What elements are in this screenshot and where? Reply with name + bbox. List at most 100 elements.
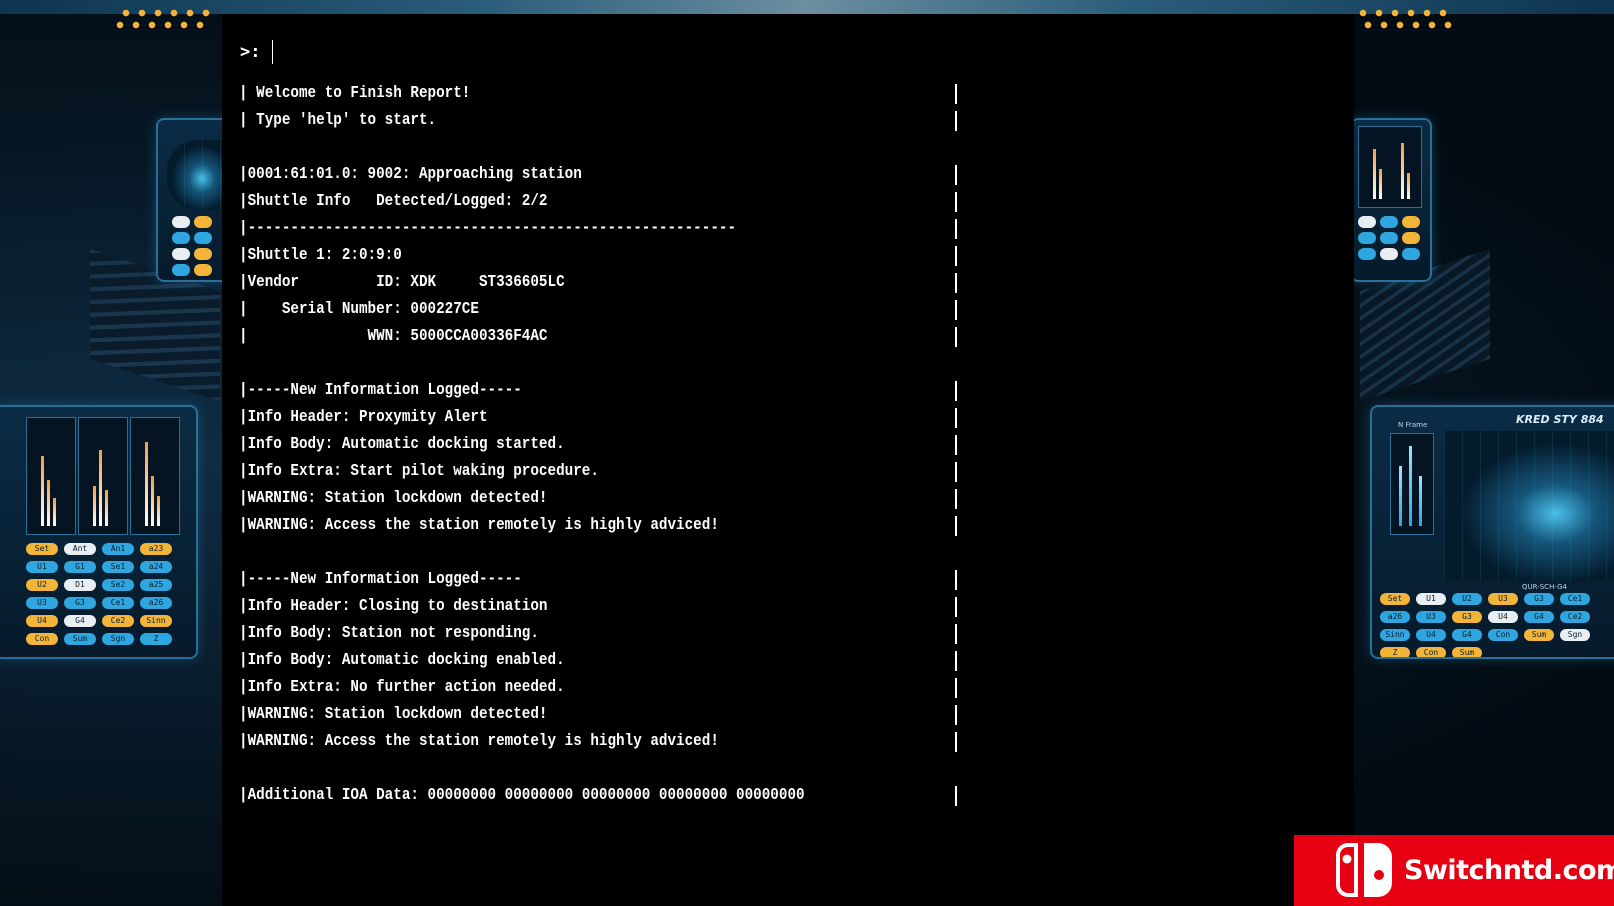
text-cursor [272,40,274,64]
right-upper-chip [1358,232,1376,244]
terminal-log-line: |WARNING: Access the station remotely is… [239,516,719,535]
left-waveform-meter-1 [26,417,76,535]
right-top-indicator-lights-row2 [1360,20,1455,30]
terminal-log-line: | Welcome to Finish Report! [239,84,471,103]
hud-chip: Set [1380,593,1410,605]
terminal-log-line: |Info Body: Automatic docking started. [239,435,565,454]
terminal-log-line: |-----New Information Logged----- [239,570,522,589]
terminal-right-border [955,732,957,752]
terminal-right-border [955,651,957,671]
hud-chip: Ce1 [102,597,134,609]
right-upper-chip [1402,248,1420,260]
terminal-log-line: |Info Body: Station not responding. [239,624,539,643]
left-globe-hologram [166,140,226,210]
terminal-right-border [955,165,957,185]
left-top-indicator-lights [118,8,218,18]
terminal-right-border [955,489,957,509]
right-upper-chip [1402,216,1420,228]
hud-chip: U3 [1416,611,1446,623]
right-hologram-display [1444,431,1614,581]
hud-chip: Sinn [1380,629,1410,641]
terminal-right-border [955,408,957,428]
terminal-log-line: |WARNING: Station lockdown detected! [239,705,548,724]
right-panel-label: N Frame [1398,421,1428,429]
hud-chip: Con [1416,647,1446,657]
hud-chip: Z [140,633,172,645]
right-lower-hud-panel: KRED STY 884 N Frame QUR-SCH-G4 Set U1 U2 U… [1370,405,1614,659]
hud-chip: Sum [64,633,96,645]
terminal-right-border [955,111,957,131]
hud-chip: G3 [64,597,96,609]
hud-chip: Sgn [102,633,134,645]
right-upper-waveform [1358,126,1422,208]
terminal-log-line: |---------------------------------------… [239,219,737,238]
terminal-right-border [955,327,957,347]
hud-chip: U4 [26,615,58,627]
hud-chip: a23 [140,543,172,555]
terminal-log-line: |Vendor ID: XDK ST336605LC [239,273,565,292]
right-top-indicator-lights [1355,8,1455,18]
prompt-symbol: >: [240,42,261,62]
terminal-right-border [955,219,957,239]
left-top-indicator-lights-row2 [112,20,212,30]
left-upper-chip [172,216,190,228]
terminal-log-line: |Info Body: Automatic docking enabled. [239,651,565,670]
left-upper-hud-panel [156,118,230,282]
terminal-log-line: |-----New Information Logged----- [239,381,522,400]
terminal-log-line: |WARNING: Station lockdown detected! [239,489,548,508]
terminal-window[interactable]: >: | Welcome to Finish Report! | Type 'he… [222,14,1354,906]
right-level-meter [1390,433,1434,535]
terminal-right-border [955,678,957,698]
left-lower-hud-panel: Set Ant An1 a23 U1 G1 Se1 a24 U2 D1 Se2 a25 U3 G3 Ce1 a… [0,405,198,659]
watermark-banner: Switchntd.com [1294,835,1614,906]
hud-chip: G4 [1524,611,1554,623]
hud-chip: U1 [26,561,58,573]
hud-chip: Set [26,543,58,555]
terminal-right-border [955,570,957,590]
hud-chip: U3 [1488,593,1518,605]
hud-chip: Con [1488,629,1518,641]
hud-chip: G3 [1452,611,1482,623]
right-upper-chip [1380,216,1398,228]
terminal-right-border [955,435,957,455]
hud-chip: Sinn [140,615,172,627]
right-upper-chip [1358,248,1376,260]
hud-chip: a24 [140,561,172,573]
hud-chip: Ce2 [102,615,134,627]
nintendo-switch-logo-icon [1336,843,1392,897]
terminal-right-border [955,516,957,536]
right-upper-chip [1380,248,1398,260]
hud-chip: Sgn [1560,629,1590,641]
hud-chip: U1 [1416,593,1446,605]
hud-chip: G4 [64,615,96,627]
terminal-right-border [955,84,957,104]
hud-chip: Sum [1524,629,1554,641]
terminal-log-line: |Info Header: Closing to destination [239,597,548,616]
hud-chip: An1 [102,543,134,555]
terminal-right-border [955,246,957,266]
terminal-log-line: | Serial Number: 000227CE [239,300,479,319]
left-upper-chip [194,216,212,228]
terminal-right-border [955,786,957,806]
hud-chip: a25 [140,579,172,591]
right-panel-title: KRED STY 884 [1516,413,1604,426]
terminal-log-line: |Additional IOA Data: 00000000 00000000 … [239,786,805,805]
terminal-log-line: | Type 'help' to start. [239,111,437,130]
left-upper-chip [172,264,190,276]
hud-chip: U4 [1488,611,1518,623]
terminal-right-border [955,273,957,293]
hud-chip: a26 [140,597,172,609]
left-upper-chip [172,232,190,244]
terminal-right-border [955,705,957,725]
hud-chip: D1 [64,579,96,591]
command-prompt[interactable]: >: [240,40,274,64]
terminal-right-border [955,597,957,617]
hud-chip: Sum [1452,647,1482,657]
left-upper-chip [194,232,212,244]
hud-chip: Con [26,633,58,645]
hud-chip: Ce2 [1560,611,1590,623]
watermark-text: Switchntd.com [1404,855,1614,886]
terminal-right-border [955,381,957,401]
terminal-right-border [955,624,957,644]
right-upper-hud-panel [1350,118,1432,282]
